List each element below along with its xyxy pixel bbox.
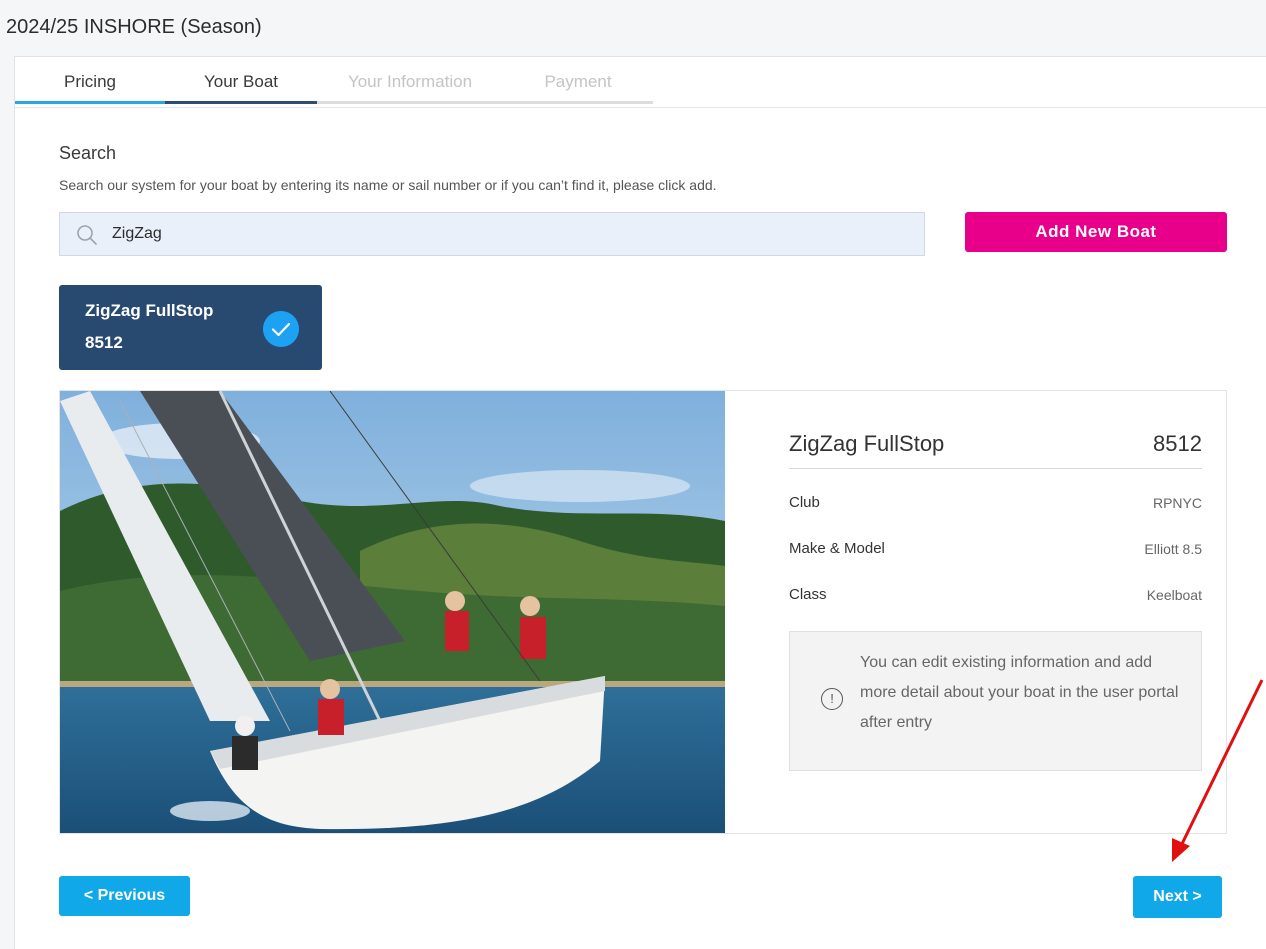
search-heading: Search — [59, 143, 117, 163]
make-model-label: Make & Model — [789, 540, 885, 557]
add-new-boat-button[interactable]: Add New Boat — [965, 212, 1227, 252]
search-icon — [77, 225, 97, 245]
tab-your-boat[interactable]: Your Boat — [165, 57, 317, 104]
previous-button[interactable]: < Previous — [59, 876, 190, 916]
boat-sail-number: 8512 — [1153, 431, 1202, 456]
boat-detail-panel: ZigZag FullStop 8512 Club RPNYC Make & M… — [59, 390, 1227, 834]
divider — [789, 468, 1202, 469]
exclamation-circle-icon: ! — [821, 688, 843, 710]
make-model-value: Elliott 8.5 — [1144, 541, 1202, 557]
search-help-text: Search our system for your boat by enter… — [59, 177, 717, 193]
class-value: Keelboat — [1146, 587, 1202, 603]
wizard-tabs: Pricing Your Boat Your Information Payme… — [15, 57, 1266, 108]
next-button[interactable]: Next > — [1133, 876, 1222, 918]
page-title: 2024/25 INSHORE (Season) — [6, 16, 262, 38]
result-sail-number: 8512 — [85, 333, 123, 352]
entry-card: Pricing Your Boat Your Information Payme… — [14, 56, 1266, 949]
boat-name: ZigZag FullStop — [789, 431, 945, 456]
search-result-card[interactable]: ZigZag FullStop 8512 — [59, 285, 322, 370]
search-box[interactable] — [59, 212, 925, 256]
boat-photo — [60, 391, 725, 833]
tab-your-information[interactable]: Your Information — [317, 57, 503, 104]
class-label: Class — [789, 586, 827, 603]
tab-payment[interactable]: Payment — [503, 57, 653, 104]
search-input[interactable] — [112, 213, 892, 255]
club-label: Club — [789, 494, 820, 511]
info-note: ! You can edit existing information and … — [789, 631, 1202, 771]
tab-pricing[interactable]: Pricing — [15, 57, 165, 104]
result-boat-name: ZigZag FullStop — [85, 301, 214, 320]
check-icon — [263, 311, 299, 347]
club-value: RPNYC — [1152, 495, 1202, 511]
info-note-text: You can edit existing information and ad… — [860, 654, 1179, 731]
